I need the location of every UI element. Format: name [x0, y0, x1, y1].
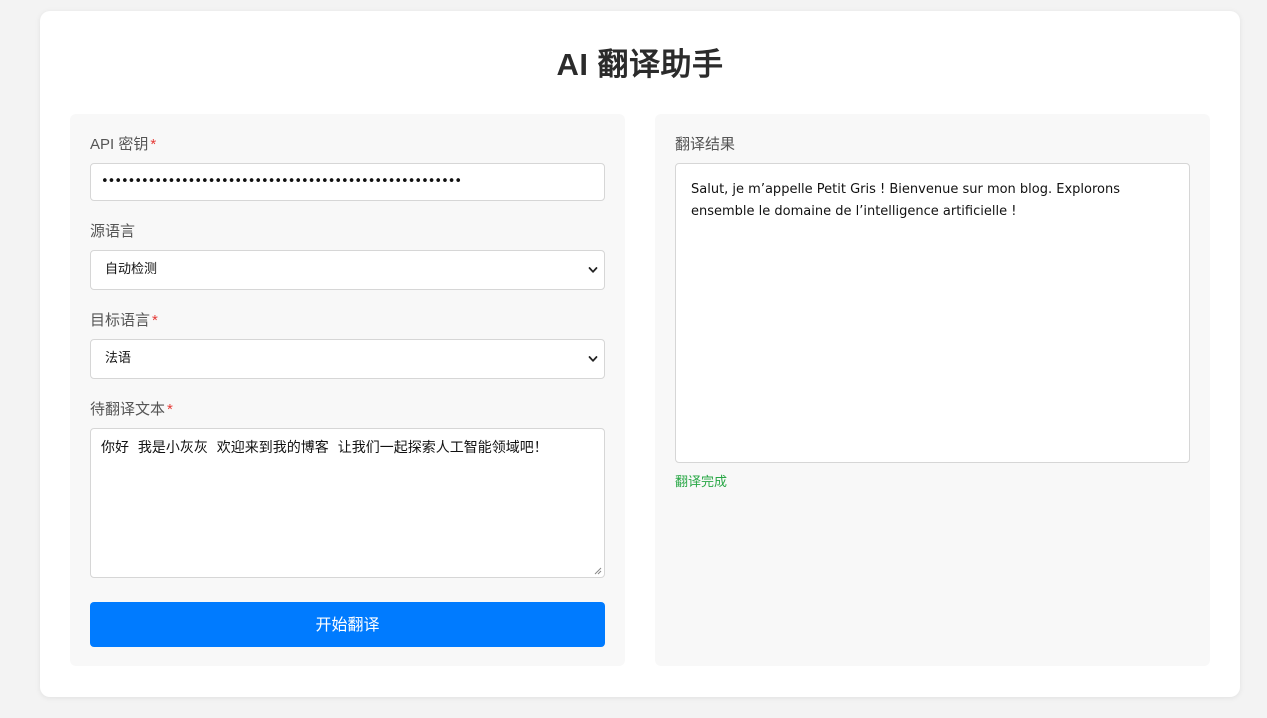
result-label: 翻译结果 — [675, 136, 736, 153]
result-panel: 翻译结果 Salut, je m’appelle Petit Gris ! Bi… — [655, 114, 1210, 666]
input-panel: API 密钥 * ••••••••••••••••••••••••••••••••… — [70, 114, 625, 666]
result-output[interactable]: Salut, je m’appelle Petit Gris ! Bienven… — [675, 163, 1190, 463]
chevron-down-icon — [588, 356, 598, 362]
api-key-field: API 密钥 * ••••••••••••••••••••••••••••••••… — [90, 134, 605, 201]
source-language-value: 自动检测 — [105, 262, 158, 277]
result-label-wrap: 翻译结果 — [675, 134, 1190, 156]
chevron-down-icon — [588, 267, 598, 273]
page-title: AI 翻译助手 — [556, 47, 724, 82]
required-mark: * — [150, 136, 157, 153]
api-key-label: API 密钥 * — [90, 136, 157, 153]
source-text-value: 你好 我是小灰灰 欢迎来到我的博客 让我们一起探索人工智能领域吧！ — [101, 440, 548, 456]
target-language-value: 法语 — [105, 351, 132, 366]
source-language-select[interactable]: 自动检测 — [90, 250, 605, 290]
source-language-field: 源语言 自动检测 — [90, 221, 605, 290]
target-language-select[interactable]: 法语 — [90, 339, 605, 379]
source-text-field: 待翻译文本 * 你好 我是小灰灰 欢迎来到我的博客 让我们一起探索人工智能领域吧！ — [90, 399, 605, 578]
translate-button[interactable]: 开始翻译 — [90, 602, 605, 647]
required-mark: * — [167, 401, 173, 418]
api-key-input[interactable]: ••••••••••••••••••••••••••••••••••••••••… — [90, 163, 605, 201]
resize-grip-icon[interactable] — [593, 566, 602, 575]
target-language-field: 目标语言 * 法语 — [90, 310, 605, 379]
status-message: 翻译完成 — [675, 475, 728, 490]
translator-card: AI 翻译助手 API 密钥 * ••••••••••••••••••••••••… — [40, 11, 1240, 697]
source-text-input[interactable]: 你好 我是小灰灰 欢迎来到我的博客 让我们一起探索人工智能领域吧！ — [90, 428, 605, 578]
required-mark: * — [152, 312, 158, 329]
source-language-label: 源语言 — [90, 223, 136, 240]
target-language-label: 目标语言 * — [90, 312, 158, 329]
source-text-label: 待翻译文本 * — [90, 401, 173, 418]
